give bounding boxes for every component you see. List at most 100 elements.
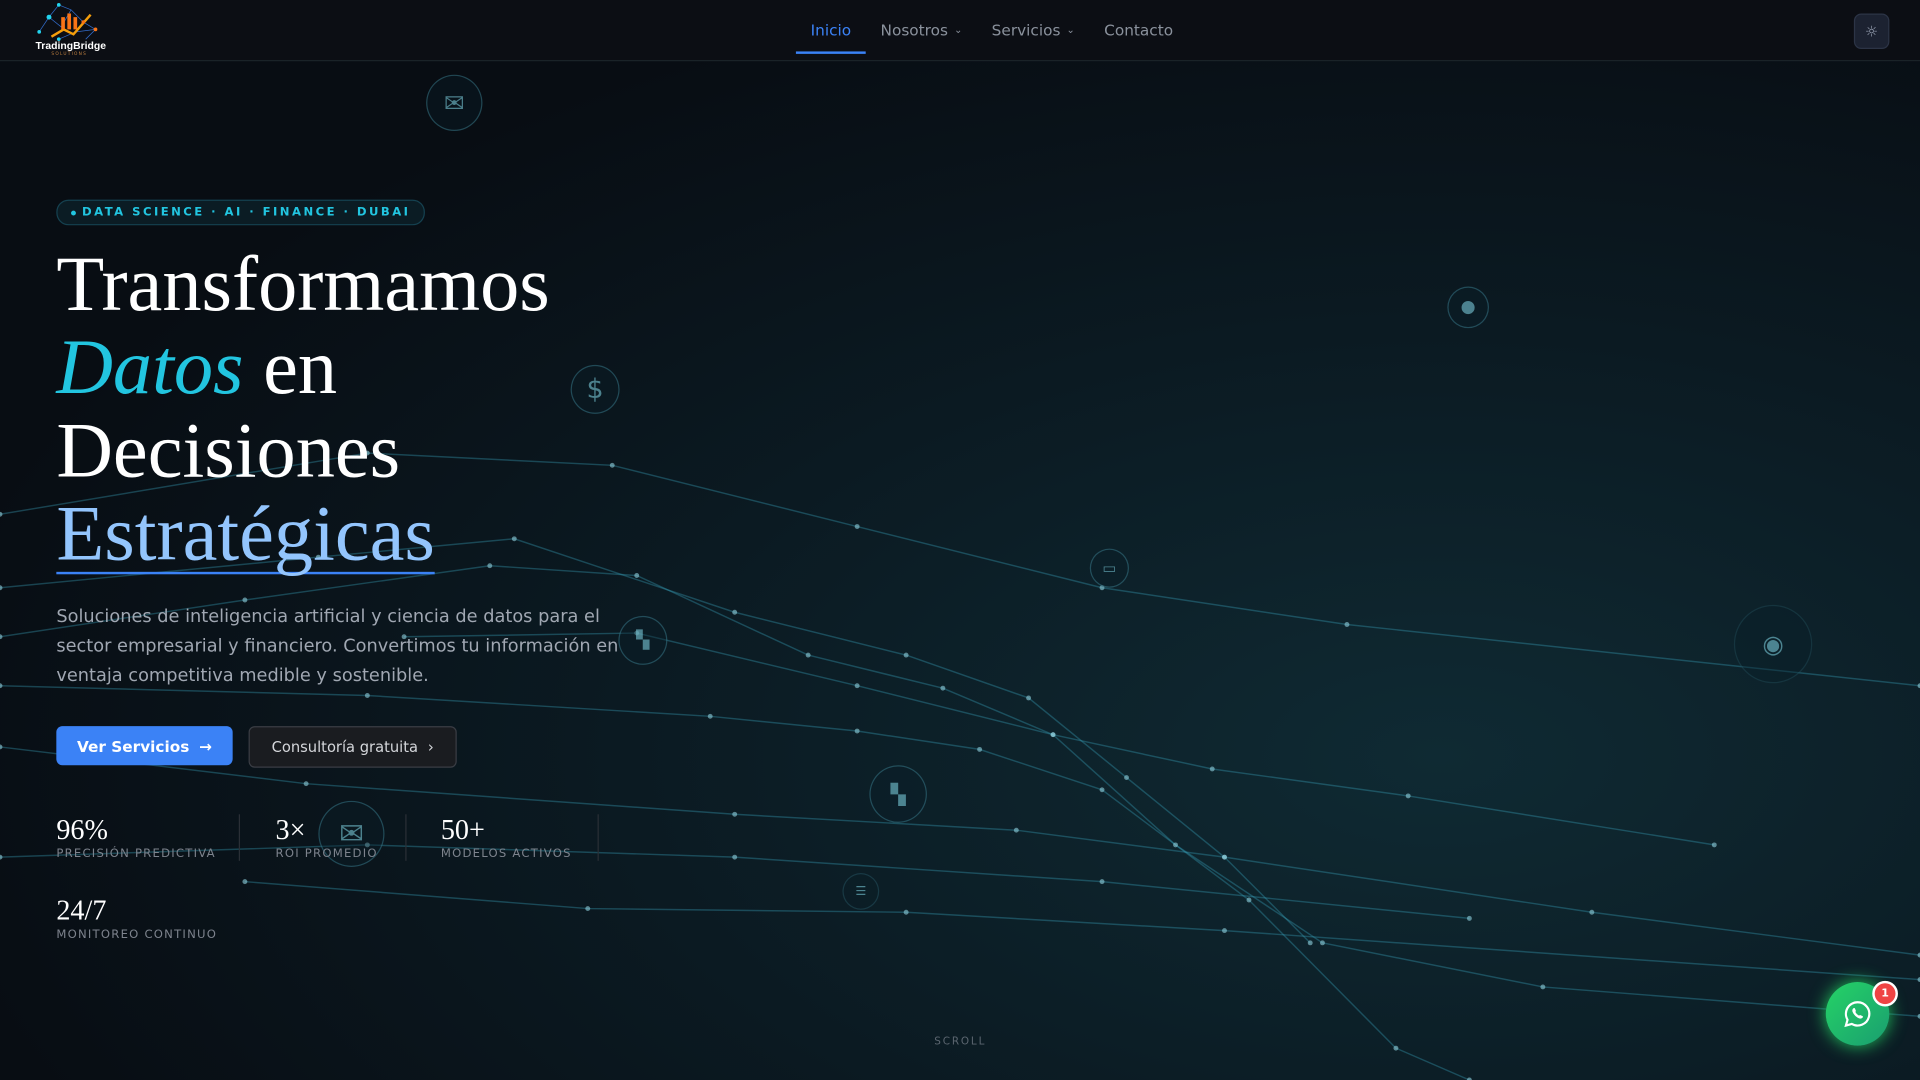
network-node — [1222, 928, 1227, 934]
hero-title: Transformamos Datos en Decisiones Estrat… — [56, 240, 550, 577]
network-node — [1344, 622, 1350, 627]
network-node — [1466, 915, 1472, 921]
chevron-down-icon: ⌄ — [954, 24, 963, 36]
nav-label: Contacto — [1104, 20, 1174, 40]
theme-toggle-button[interactable]: ☼ — [1853, 13, 1890, 49]
title-line-1: Transformamos — [56, 240, 550, 327]
network-node — [0, 511, 3, 517]
stat-label: MONITOREO CONTINUO — [56, 928, 218, 942]
network-line — [244, 880, 1920, 981]
stat-label: ROI PROMEDIO — [275, 847, 378, 861]
network-node — [732, 609, 738, 615]
stat-value: 50+ — [440, 814, 485, 845]
network-node — [0, 585, 3, 591]
network-node — [1246, 897, 1252, 903]
nav-inicio[interactable]: Inicio — [795, 7, 866, 54]
document-icon: ☰ — [842, 873, 880, 910]
hero-description: Soluciones de inteligencia artificial y … — [56, 607, 619, 686]
dot-icon — [71, 210, 76, 215]
button-label: Consultoría gratuita — [271, 738, 419, 756]
stat-roi: 3× ROI PROMEDIO — [276, 814, 378, 861]
network-node — [1013, 827, 1019, 833]
network-node — [854, 683, 860, 689]
network-node — [1405, 793, 1411, 799]
network-node — [732, 854, 738, 860]
ver-servicios-button[interactable]: Ver Servicios → — [56, 726, 233, 766]
stat-label: MODELOS ACTIVOS — [440, 847, 572, 861]
wifi-icon: ◉ — [1733, 604, 1813, 684]
consultoria-button[interactable]: Consultoría gratuita › — [248, 726, 457, 768]
network-node — [1124, 775, 1129, 781]
network-node — [903, 909, 909, 915]
network-node — [977, 746, 983, 752]
whatsapp-icon — [1844, 1001, 1871, 1028]
stat-value: 3× — [275, 814, 306, 845]
stat-value: 24/7 — [56, 895, 107, 926]
network-node — [0, 683, 3, 689]
network-node — [609, 462, 615, 468]
stat-modelos: 50+ MODELOS ACTIVOS — [441, 814, 572, 861]
sun-icon: ☼ — [1865, 22, 1879, 40]
laptop-icon: ▭ — [1089, 548, 1129, 588]
divider — [597, 814, 599, 861]
network-node — [242, 879, 248, 885]
network-node — [0, 744, 3, 750]
network-node — [707, 713, 713, 719]
brand-name: TradingBridge — [35, 39, 107, 52]
notification-badge: 1 — [1872, 980, 1898, 1007]
nav-label: Servicios — [991, 20, 1061, 40]
divider — [238, 814, 241, 861]
network-node — [1222, 854, 1227, 860]
envelope-icon: ✉ — [426, 74, 483, 132]
nav-label: Nosotros — [880, 20, 948, 40]
nav-servicios[interactable]: Servicios ⌄ — [977, 7, 1089, 54]
title-line-2-rest: en — [243, 323, 338, 411]
network-node — [1589, 909, 1595, 915]
button-label: Ver Servicios — [76, 736, 190, 755]
user-icon: ● — [1447, 286, 1489, 329]
network-node — [1393, 1045, 1399, 1051]
title-accent-estrategicas: Estratégicas — [56, 489, 435, 577]
title-line-3: Decisiones — [56, 406, 401, 494]
brand-tagline: SOLUTIONS — [51, 51, 88, 57]
chat-icon: ▚ — [869, 765, 927, 823]
network-node — [1307, 940, 1313, 946]
network-node — [1209, 766, 1215, 772]
network-node — [364, 693, 370, 698]
nav-nosotros[interactable]: Nosotros ⌄ — [866, 7, 977, 54]
network-node — [732, 811, 738, 817]
network-node — [0, 634, 3, 640]
network-node — [1320, 940, 1325, 946]
network-node — [303, 781, 309, 787]
network-node — [1026, 695, 1032, 701]
top-navbar: TradingBridge SOLUTIONS Inicio Nosotros ⌄… — [0, 0, 1920, 62]
network-node — [585, 906, 591, 912]
stat-precision: 96% PRECISIÓN PREDICTIVA — [56, 814, 216, 861]
dollar-icon: $ — [570, 364, 620, 414]
scroll-indicator[interactable]: SCROLL — [934, 1036, 986, 1048]
network-node — [940, 685, 946, 691]
network-node — [1050, 732, 1056, 738]
network-node — [634, 573, 640, 578]
hero-badge: DATA SCIENCE · AI · FINANCE · DUBAI — [56, 199, 426, 226]
network-node — [1099, 879, 1105, 885]
nav-label: Inicio — [810, 20, 852, 40]
network-node — [854, 728, 860, 734]
network-node — [1173, 842, 1178, 848]
chevron-down-icon: ⌄ — [1066, 24, 1075, 36]
stat-label: PRECISIÓN PREDICTIVA — [56, 847, 216, 861]
stat-value: 96% — [56, 814, 108, 845]
arrow-right-icon: → — [199, 736, 213, 755]
divider — [405, 814, 407, 861]
hero-badge-text: DATA SCIENCE · AI · FINANCE · DUBAI — [82, 205, 411, 220]
network-node — [854, 524, 860, 529]
network-node — [903, 652, 909, 658]
main-menu: Inicio Nosotros ⌄ Servicios ⌄ Contacto — [795, 0, 1188, 60]
stat-monitoreo: 24/7 MONITOREO CONTINUO — [56, 895, 217, 942]
nav-contacto[interactable]: Contacto — [1089, 7, 1187, 54]
network-node — [0, 854, 3, 860]
chat-icon: ▚ — [618, 615, 668, 665]
network-node — [805, 652, 811, 658]
network-node — [1711, 842, 1717, 848]
network-node — [1099, 787, 1105, 793]
